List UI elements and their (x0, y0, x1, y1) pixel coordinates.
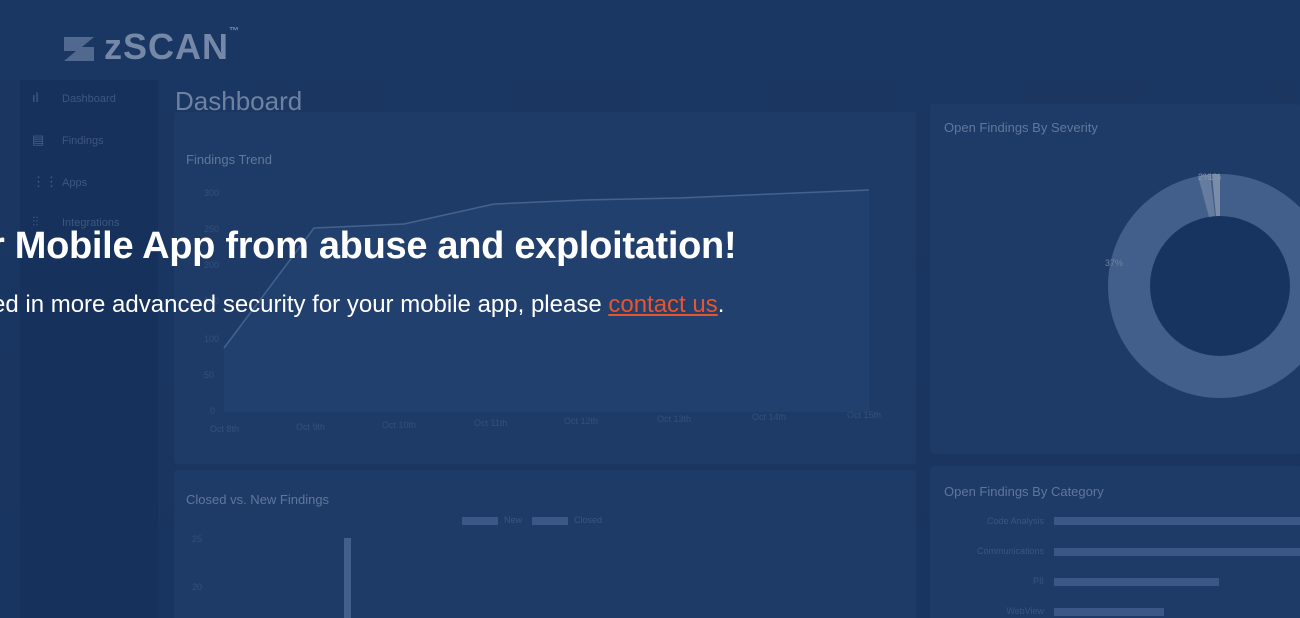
contact-us-link[interactable]: contact us (608, 291, 717, 318)
hero-text: r Mobile App from abuse and exploitation… (0, 0, 1300, 618)
hero-banner: zSCAN™ ıl Dashboard ▤ Findings ⋮⋮ Apps ⫶⫶ In… (0, 0, 1300, 618)
hero-subtext: ed in more advanced security for your mo… (0, 291, 724, 319)
hero-headline: r Mobile App from abuse and exploitation… (0, 225, 737, 267)
subtext-period: . (717, 291, 725, 318)
subtext-body: ed in more advanced security for your mo… (0, 291, 609, 318)
